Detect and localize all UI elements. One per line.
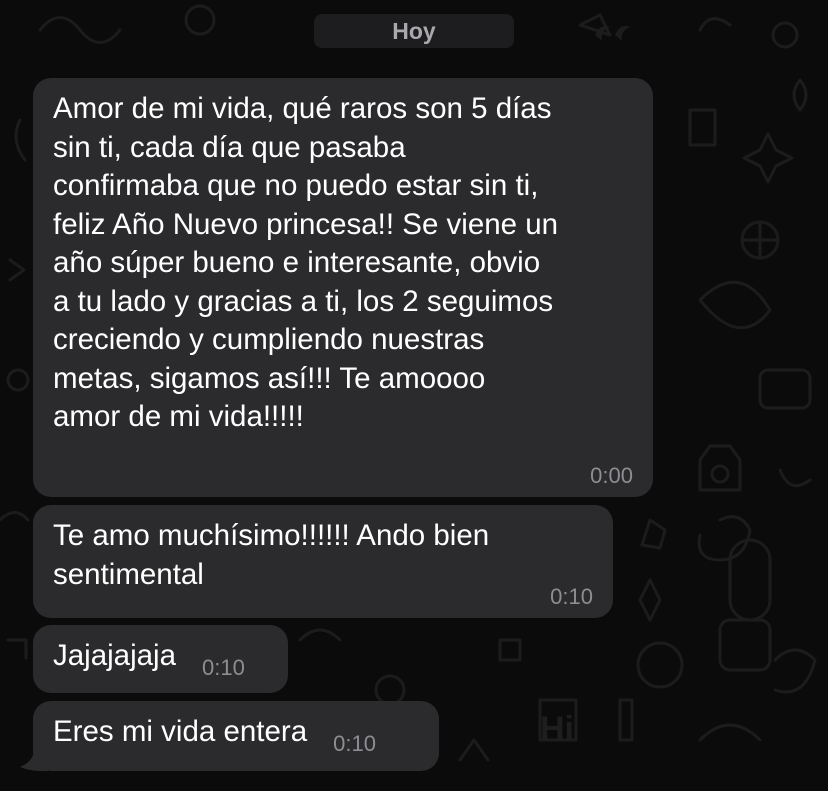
svg-text:Hi: Hi (540, 710, 574, 748)
message-timestamp: 0:00 (590, 463, 633, 488)
date-separator: Hoy (314, 14, 514, 48)
date-label: Hoy (392, 17, 436, 44)
message-bubble[interactable]: Eres mi vida entera 0:10 (33, 701, 439, 771)
message-text: Jajajajaja (53, 639, 176, 672)
message-timestamp: 0:10 (202, 655, 245, 680)
bubble-tail-icon (20, 752, 48, 772)
message-bubble[interactable]: Jajajajaja 0:10 (33, 625, 288, 693)
message-bubble[interactable]: Amor de mi vida, qué raros son 5 días si… (33, 78, 653, 497)
message-text: Amor de mi vida, qué raros son 5 días si… (53, 92, 559, 433)
message-timestamp: 0:10 (550, 584, 593, 609)
message-bubble[interactable]: Te amo muchísimo!!!!!! Ando bien sentime… (33, 505, 613, 618)
message-timestamp: 0:10 (333, 731, 376, 756)
message-text: Te amo muchísimo!!!!!! Ando bien sentime… (53, 519, 490, 591)
message-text: Eres mi vida entera (53, 715, 308, 748)
